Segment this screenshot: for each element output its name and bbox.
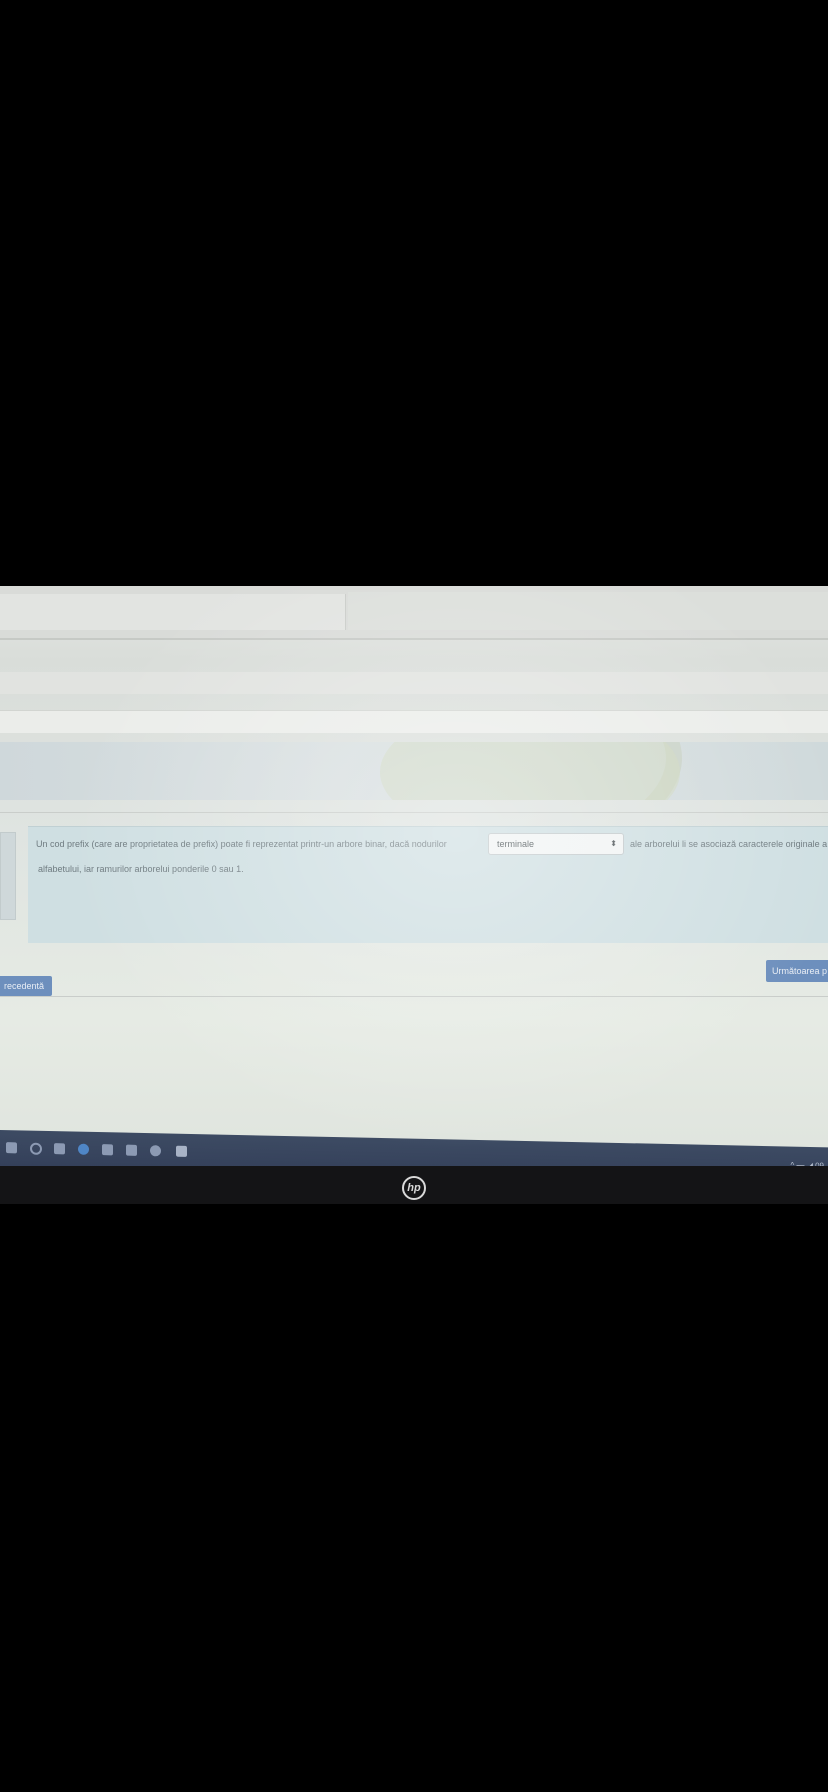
banner-swoosh-graphic [380, 742, 680, 800]
browser-tab-area [348, 592, 828, 630]
previous-page-button[interactable]: recedentă [0, 976, 53, 996]
windows-start-icon[interactable] [6, 1142, 17, 1154]
edge-browser-icon[interactable] [78, 1143, 89, 1155]
browser-tab-bar [0, 586, 828, 640]
folder-icon[interactable] [176, 1145, 187, 1157]
answer-dropdown[interactable]: terminale ⬍ [488, 833, 624, 855]
monitor-photo: Un cod prefix (care are proprietatea de … [0, 586, 828, 1204]
file-explorer-icon[interactable] [126, 1144, 137, 1156]
question-box: Un cod prefix (care are proprietatea de … [28, 826, 828, 943]
next-page-button[interactable]: Următoarea p [766, 960, 828, 982]
divider [0, 996, 828, 997]
store-icon[interactable] [102, 1144, 113, 1156]
chrome-icon[interactable] [150, 1145, 161, 1157]
site-header-strip [0, 672, 828, 694]
divider [0, 812, 828, 813]
question-text-line2: alfabetului, iar ramurilor arborelui pon… [38, 864, 244, 874]
answer-dropdown-value: terminale [497, 839, 535, 849]
hp-logo: hp [402, 1176, 426, 1200]
search-icon[interactable] [30, 1142, 42, 1155]
dropdown-arrow-icon: ⬍ [610, 839, 617, 848]
question-nav-tab[interactable] [0, 832, 16, 920]
question-text-part2: ale arborelui li se asociază caracterele… [630, 839, 828, 849]
task-view-icon[interactable] [54, 1143, 65, 1155]
page-banner [0, 742, 828, 800]
site-navbar [0, 710, 828, 733]
browser-tab[interactable] [0, 594, 346, 630]
question-text-part1: Un cod prefix (care are proprietatea de … [36, 839, 447, 849]
